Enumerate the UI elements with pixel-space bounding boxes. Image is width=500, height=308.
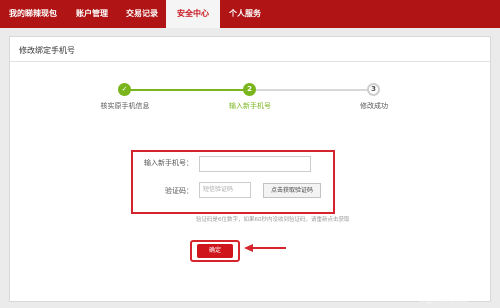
baidu-jingyan-watermark-logo: Bai 经验 jingyan.baidu.com (388, 254, 468, 304)
svg-text:jingyan.baidu.com: jingyan.baidu.com (419, 298, 468, 304)
phone-input[interactable] (199, 156, 311, 172)
step-3-number: 3 (367, 83, 380, 96)
svg-text:经验: 经验 (434, 280, 460, 295)
step-2-label: 输入新手机号 (229, 102, 271, 110)
verification-code-input[interactable]: 短信验证码 (199, 182, 251, 198)
divider (10, 61, 490, 62)
step-3-label: 修改成功 (360, 102, 388, 110)
progress-line-pending (256, 89, 374, 91)
code-hint-text: 验证码是6位数字，如果60秒内没收到验证码，请重新点击获取 (196, 217, 350, 223)
phone-label: 输入新手机号： (144, 159, 193, 167)
progress-line-done (125, 89, 250, 91)
step-2-number: 2 (243, 83, 256, 96)
get-code-button[interactable]: 点击获取验证码 (263, 183, 321, 198)
step-1-label: 核实原手机信息 (100, 102, 150, 110)
nav-tab-security-center[interactable]: 安全中心 (166, 0, 220, 28)
panel-title: 修改绑定手机号 (19, 46, 75, 55)
svg-text:Bai: Bai (388, 279, 411, 296)
pointer-arrow-icon (244, 244, 286, 252)
nav-tab-personal-service[interactable]: 个人服务 (220, 0, 270, 28)
confirm-button[interactable]: 确定 (197, 244, 233, 258)
step-1-check-icon: ✓ (118, 83, 131, 96)
top-nav-bar: 我的睇辣现包 账户管理 交易记录 安全中心 个人服务 (0, 0, 500, 28)
nav-tab-my-wallet[interactable]: 我的睇辣现包 (0, 0, 66, 28)
nav-tab-transactions[interactable]: 交易记录 (118, 0, 166, 28)
phone-form-highlight: 输入新手机号： 验证码： 短信验证码 点击获取验证码 (131, 150, 335, 214)
code-label: 验证码： (165, 187, 193, 195)
nav-tab-account[interactable]: 账户管理 (66, 0, 118, 28)
